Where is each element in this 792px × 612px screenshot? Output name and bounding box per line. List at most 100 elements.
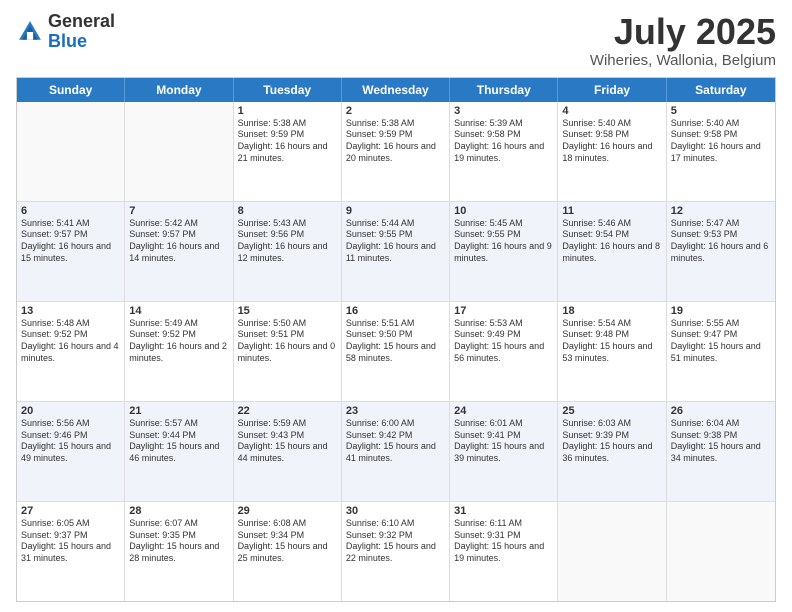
day-number: 30 xyxy=(346,505,445,517)
cell-info: Sunrise: 5:56 AM Sunset: 9:46 PM Dayligh… xyxy=(21,418,120,465)
calendar-cell: 24Sunrise: 6:01 AM Sunset: 9:41 PM Dayli… xyxy=(450,402,558,501)
cell-info: Sunrise: 6:08 AM Sunset: 9:34 PM Dayligh… xyxy=(238,518,337,565)
day-number: 21 xyxy=(129,405,228,417)
cell-info: Sunrise: 5:40 AM Sunset: 9:58 PM Dayligh… xyxy=(562,118,661,165)
cell-info: Sunrise: 6:03 AM Sunset: 9:39 PM Dayligh… xyxy=(562,418,661,465)
calendar-cell: 4Sunrise: 5:40 AM Sunset: 9:58 PM Daylig… xyxy=(558,102,666,201)
cell-info: Sunrise: 5:59 AM Sunset: 9:43 PM Dayligh… xyxy=(238,418,337,465)
logo-general: General xyxy=(48,11,115,31)
day-number: 16 xyxy=(346,305,445,317)
day-number: 6 xyxy=(21,205,120,217)
day-number: 28 xyxy=(129,505,228,517)
calendar-cell xyxy=(558,502,666,601)
day-number: 18 xyxy=(562,305,661,317)
calendar-cell: 20Sunrise: 5:56 AM Sunset: 9:46 PM Dayli… xyxy=(17,402,125,501)
calendar-cell: 8Sunrise: 5:43 AM Sunset: 9:56 PM Daylig… xyxy=(234,202,342,301)
calendar-row: 20Sunrise: 5:56 AM Sunset: 9:46 PM Dayli… xyxy=(17,402,775,502)
calendar-cell: 10Sunrise: 5:45 AM Sunset: 9:55 PM Dayli… xyxy=(450,202,558,301)
calendar-cell xyxy=(667,502,775,601)
cell-info: Sunrise: 5:39 AM Sunset: 9:58 PM Dayligh… xyxy=(454,118,553,165)
day-header-monday: Monday xyxy=(125,78,233,102)
calendar-cell: 25Sunrise: 6:03 AM Sunset: 9:39 PM Dayli… xyxy=(558,402,666,501)
calendar-cell: 28Sunrise: 6:07 AM Sunset: 9:35 PM Dayli… xyxy=(125,502,233,601)
calendar-row: 6Sunrise: 5:41 AM Sunset: 9:57 PM Daylig… xyxy=(17,202,775,302)
day-number: 31 xyxy=(454,505,553,517)
cell-info: Sunrise: 5:41 AM Sunset: 9:57 PM Dayligh… xyxy=(21,218,120,265)
day-number: 25 xyxy=(562,405,661,417)
cell-info: Sunrise: 5:48 AM Sunset: 9:52 PM Dayligh… xyxy=(21,318,120,365)
calendar-cell: 12Sunrise: 5:47 AM Sunset: 9:53 PM Dayli… xyxy=(667,202,775,301)
calendar-cell: 6Sunrise: 5:41 AM Sunset: 9:57 PM Daylig… xyxy=(17,202,125,301)
day-number: 5 xyxy=(671,105,771,117)
day-header-tuesday: Tuesday xyxy=(234,78,342,102)
day-number: 9 xyxy=(346,205,445,217)
day-number: 27 xyxy=(21,505,120,517)
calendar-cell: 13Sunrise: 5:48 AM Sunset: 9:52 PM Dayli… xyxy=(17,302,125,401)
cell-info: Sunrise: 5:51 AM Sunset: 9:50 PM Dayligh… xyxy=(346,318,445,365)
cell-info: Sunrise: 5:38 AM Sunset: 9:59 PM Dayligh… xyxy=(346,118,445,165)
day-number: 10 xyxy=(454,205,553,217)
page: General Blue July 2025 Wiheries, Walloni… xyxy=(0,0,792,612)
day-number: 22 xyxy=(238,405,337,417)
calendar-cell: 27Sunrise: 6:05 AM Sunset: 9:37 PM Dayli… xyxy=(17,502,125,601)
cell-info: Sunrise: 6:05 AM Sunset: 9:37 PM Dayligh… xyxy=(21,518,120,565)
day-number: 17 xyxy=(454,305,553,317)
day-number: 20 xyxy=(21,405,120,417)
cell-info: Sunrise: 6:01 AM Sunset: 9:41 PM Dayligh… xyxy=(454,418,553,465)
calendar-header: SundayMondayTuesdayWednesdayThursdayFrid… xyxy=(17,78,775,102)
day-number: 29 xyxy=(238,505,337,517)
day-number: 13 xyxy=(21,305,120,317)
subtitle: Wiheries, Wallonia, Belgium xyxy=(590,52,776,69)
cell-info: Sunrise: 5:38 AM Sunset: 9:59 PM Dayligh… xyxy=(238,118,337,165)
cell-info: Sunrise: 5:57 AM Sunset: 9:44 PM Dayligh… xyxy=(129,418,228,465)
calendar-cell: 3Sunrise: 5:39 AM Sunset: 9:58 PM Daylig… xyxy=(450,102,558,201)
logo: General Blue xyxy=(16,12,115,52)
day-number: 14 xyxy=(129,305,228,317)
cell-info: Sunrise: 6:04 AM Sunset: 9:38 PM Dayligh… xyxy=(671,418,771,465)
day-header-thursday: Thursday xyxy=(450,78,558,102)
day-number: 15 xyxy=(238,305,337,317)
main-title: July 2025 xyxy=(590,12,776,52)
day-number: 7 xyxy=(129,205,228,217)
day-header-saturday: Saturday xyxy=(667,78,775,102)
calendar-cell xyxy=(125,102,233,201)
day-number: 19 xyxy=(671,305,771,317)
day-number: 1 xyxy=(238,105,337,117)
cell-info: Sunrise: 5:53 AM Sunset: 9:49 PM Dayligh… xyxy=(454,318,553,365)
day-number: 3 xyxy=(454,105,553,117)
day-number: 23 xyxy=(346,405,445,417)
day-header-sunday: Sunday xyxy=(17,78,125,102)
calendar-cell: 16Sunrise: 5:51 AM Sunset: 9:50 PM Dayli… xyxy=(342,302,450,401)
calendar-cell: 2Sunrise: 5:38 AM Sunset: 9:59 PM Daylig… xyxy=(342,102,450,201)
calendar-cell: 5Sunrise: 5:40 AM Sunset: 9:58 PM Daylig… xyxy=(667,102,775,201)
calendar-cell xyxy=(17,102,125,201)
calendar-cell: 11Sunrise: 5:46 AM Sunset: 9:54 PM Dayli… xyxy=(558,202,666,301)
calendar-cell: 15Sunrise: 5:50 AM Sunset: 9:51 PM Dayli… xyxy=(234,302,342,401)
calendar-cell: 26Sunrise: 6:04 AM Sunset: 9:38 PM Dayli… xyxy=(667,402,775,501)
cell-info: Sunrise: 5:47 AM Sunset: 9:53 PM Dayligh… xyxy=(671,218,771,265)
calendar-cell: 31Sunrise: 6:11 AM Sunset: 9:31 PM Dayli… xyxy=(450,502,558,601)
cell-info: Sunrise: 5:55 AM Sunset: 9:47 PM Dayligh… xyxy=(671,318,771,365)
header: General Blue July 2025 Wiheries, Walloni… xyxy=(16,12,776,69)
day-header-wednesday: Wednesday xyxy=(342,78,450,102)
day-number: 11 xyxy=(562,205,661,217)
cell-info: Sunrise: 6:10 AM Sunset: 9:32 PM Dayligh… xyxy=(346,518,445,565)
calendar-cell: 17Sunrise: 5:53 AM Sunset: 9:49 PM Dayli… xyxy=(450,302,558,401)
cell-info: Sunrise: 6:00 AM Sunset: 9:42 PM Dayligh… xyxy=(346,418,445,465)
calendar-cell: 21Sunrise: 5:57 AM Sunset: 9:44 PM Dayli… xyxy=(125,402,233,501)
logo-icon xyxy=(16,18,44,46)
cell-info: Sunrise: 5:50 AM Sunset: 9:51 PM Dayligh… xyxy=(238,318,337,365)
calendar-cell: 9Sunrise: 5:44 AM Sunset: 9:55 PM Daylig… xyxy=(342,202,450,301)
calendar-cell: 29Sunrise: 6:08 AM Sunset: 9:34 PM Dayli… xyxy=(234,502,342,601)
cell-info: Sunrise: 6:11 AM Sunset: 9:31 PM Dayligh… xyxy=(454,518,553,565)
cell-info: Sunrise: 5:44 AM Sunset: 9:55 PM Dayligh… xyxy=(346,218,445,265)
day-number: 4 xyxy=(562,105,661,117)
cell-info: Sunrise: 6:07 AM Sunset: 9:35 PM Dayligh… xyxy=(129,518,228,565)
cell-info: Sunrise: 5:42 AM Sunset: 9:57 PM Dayligh… xyxy=(129,218,228,265)
cell-info: Sunrise: 5:43 AM Sunset: 9:56 PM Dayligh… xyxy=(238,218,337,265)
cell-info: Sunrise: 5:40 AM Sunset: 9:58 PM Dayligh… xyxy=(671,118,771,165)
day-number: 24 xyxy=(454,405,553,417)
calendar-body: 1Sunrise: 5:38 AM Sunset: 9:59 PM Daylig… xyxy=(17,102,775,601)
cell-info: Sunrise: 5:46 AM Sunset: 9:54 PM Dayligh… xyxy=(562,218,661,265)
calendar-row: 13Sunrise: 5:48 AM Sunset: 9:52 PM Dayli… xyxy=(17,302,775,402)
